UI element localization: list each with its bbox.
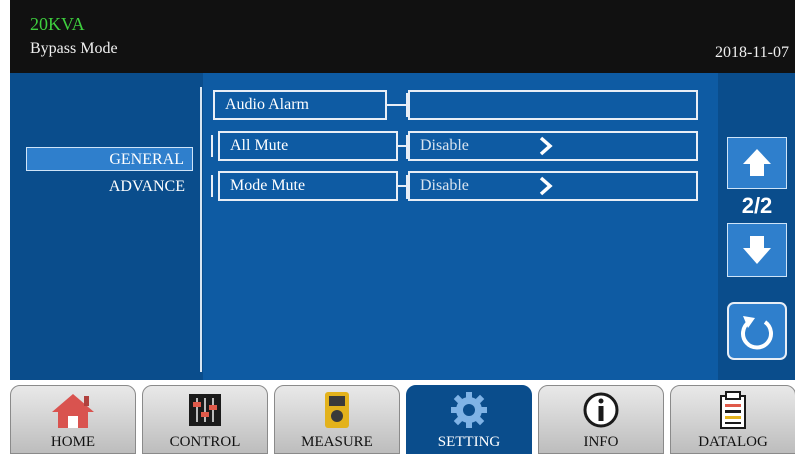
pager-column: 2/2 — [718, 73, 795, 380]
page-up-button[interactable] — [727, 137, 787, 189]
arrow-down-icon — [743, 236, 771, 264]
multimeter-icon — [325, 392, 349, 428]
settings-category-menu: GENERAL ADVANCE — [10, 73, 200, 380]
date-label: 2018-11-07 — [714, 44, 789, 61]
tab-label: MEASURE — [301, 434, 373, 450]
tab-setting[interactable]: SETTING — [406, 385, 532, 454]
tab-label: DATALOG — [698, 434, 768, 450]
chevron-right-icon[interactable] — [533, 173, 559, 199]
menu-item-advance[interactable]: ADVANCE — [26, 175, 193, 199]
refresh-button[interactable] — [727, 302, 787, 360]
main-panel: GENERAL ADVANCE Audio Alarm All Mute Dis… — [10, 73, 795, 380]
tab-measure[interactable]: MEASURE — [274, 385, 400, 454]
all-mute-label: All Mute — [218, 131, 398, 161]
audio-alarm-value-box — [408, 90, 698, 120]
tab-datalog[interactable]: DATALOG — [670, 385, 795, 454]
connector-line — [211, 175, 213, 197]
all-mute-value-text: Disable — [420, 137, 469, 154]
tab-label: HOME — [50, 434, 96, 450]
sliders-icon — [189, 394, 221, 426]
tab-info[interactable]: INFO — [538, 385, 664, 454]
chevron-right-icon[interactable] — [533, 133, 559, 159]
refresh-icon — [741, 316, 773, 350]
model-label: 20KVA — [30, 14, 85, 34]
settings-content: Audio Alarm All Mute Disable Mode Mute D… — [203, 73, 718, 380]
menu-divider — [200, 87, 202, 372]
info-icon — [583, 392, 619, 428]
tab-label: CONTROL — [169, 434, 241, 450]
status-header: 20KVA Bypass Mode 2018-11-07 — [10, 0, 795, 73]
mode-mute-label: Mode Mute — [218, 171, 398, 201]
home-icon — [52, 394, 94, 428]
connector-line — [387, 104, 408, 106]
audio-alarm-group-label: Audio Alarm — [213, 90, 387, 120]
mode-mute-value-text: Disable — [420, 177, 469, 194]
bottom-tab-bar: HOME CONTROL MEASURE SETTING INFO DATALO… — [10, 380, 795, 454]
arrow-up-icon — [743, 149, 771, 176]
page-down-button[interactable] — [727, 223, 787, 277]
tab-home[interactable]: HOME — [10, 385, 136, 454]
tab-label: SETTING — [437, 434, 501, 450]
page-indicator: 2/2 — [741, 193, 773, 218]
tab-label: INFO — [583, 434, 619, 450]
tab-control[interactable]: CONTROL — [142, 385, 268, 454]
menu-item-general[interactable]: GENERAL — [26, 147, 193, 171]
clipboard-icon — [720, 391, 746, 429]
connector-line — [211, 135, 213, 157]
mode-label: Bypass Mode — [30, 40, 118, 57]
gear-icon — [451, 392, 487, 428]
